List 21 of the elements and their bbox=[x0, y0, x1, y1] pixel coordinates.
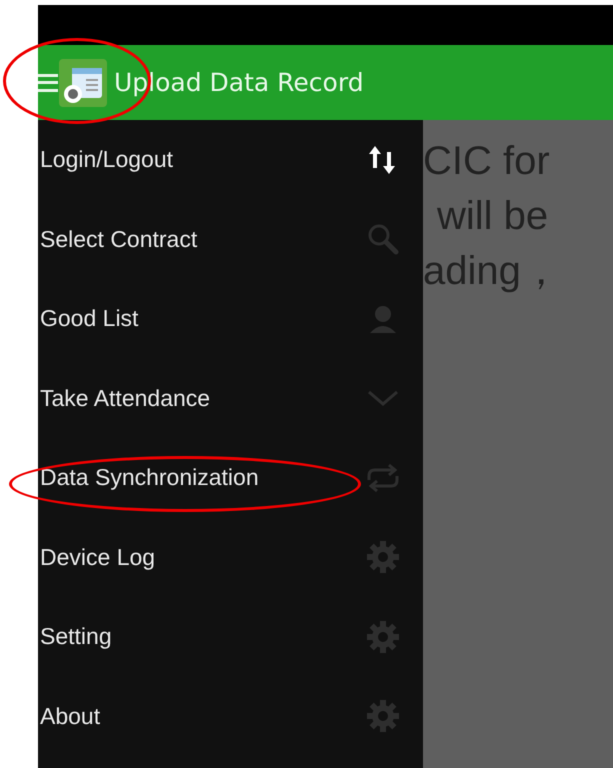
menu-item-label: Select Contract bbox=[40, 226, 198, 253]
menu-item[interactable]: Login/Logout bbox=[38, 120, 423, 200]
menu-item-label: Login/Logout bbox=[40, 146, 174, 174]
menu-item[interactable]: Good List bbox=[38, 279, 423, 358]
menu-item[interactable]: Select Contract bbox=[38, 200, 423, 279]
menu-icon[interactable] bbox=[38, 72, 58, 92]
menu-item[interactable]: Device Log bbox=[38, 518, 423, 597]
app-logo-icon bbox=[58, 58, 108, 108]
menu-item-label: About bbox=[40, 702, 100, 730]
content-text: CIC for bbox=[423, 138, 551, 185]
menu-item-label: Device Log bbox=[40, 544, 156, 571]
menu-item-label: Setting bbox=[40, 623, 112, 650]
menu-item[interactable]: About bbox=[38, 676, 423, 756]
menu-item[interactable]: Take Attendance bbox=[38, 358, 423, 438]
menu-item-label: Data Synchronization bbox=[40, 464, 259, 492]
menu-item[interactable]: Data Synchronization bbox=[38, 438, 423, 518]
menu-item-label: Good List bbox=[40, 305, 138, 332]
menu-item[interactable]: Setting bbox=[38, 597, 423, 676]
content-text: ading， bbox=[423, 248, 562, 295]
content-text: will be bbox=[436, 193, 550, 240]
menu-item-label: Take Attendance bbox=[40, 384, 210, 412]
